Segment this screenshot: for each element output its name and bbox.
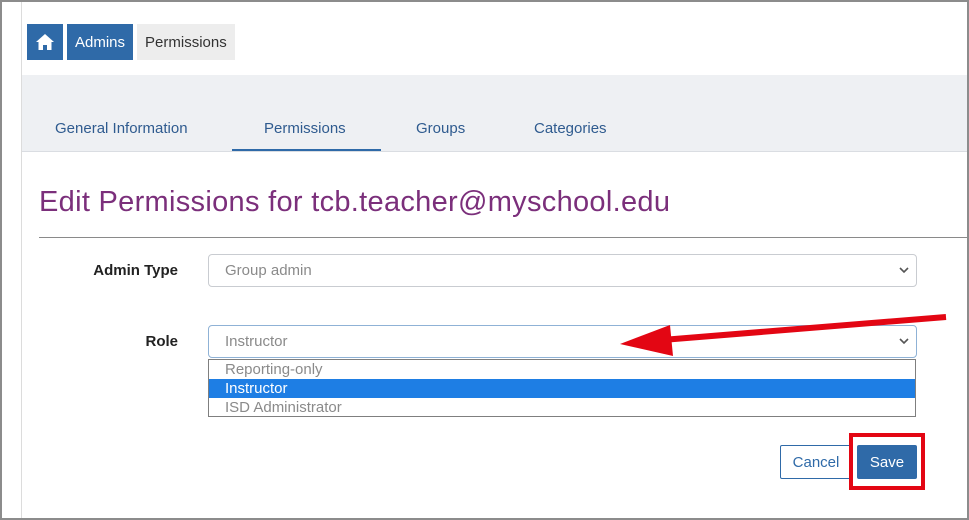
chevron-down-icon: [899, 338, 909, 345]
tab-permissions[interactable]: Permissions: [264, 75, 346, 152]
role-select[interactable]: Instructor: [208, 325, 917, 358]
chevron-down-icon: [899, 267, 909, 274]
tab-categories[interactable]: Categories: [534, 75, 607, 152]
tab-groups[interactable]: Groups: [416, 75, 465, 152]
role-value: Instructor: [225, 333, 288, 350]
active-tab-indicator: [232, 149, 381, 151]
app-window: Admins Permissions General Information P…: [0, 0, 969, 520]
home-icon: [36, 34, 54, 50]
breadcrumb-home[interactable]: [27, 24, 63, 60]
breadcrumb-admins[interactable]: Admins: [67, 24, 134, 60]
cancel-button[interactable]: Cancel: [780, 445, 852, 479]
admin-type-value: Group admin: [225, 262, 312, 279]
title-divider: [39, 237, 967, 238]
role-option-reporting-only[interactable]: Reporting-only: [209, 360, 915, 379]
role-option-instructor[interactable]: Instructor: [209, 379, 915, 398]
admin-type-select[interactable]: Group admin: [208, 254, 917, 287]
breadcrumb-permissions: Permissions: [137, 24, 235, 60]
role-option-isd-administrator[interactable]: ISD Administrator: [209, 398, 915, 417]
tab-bar: General Information Permissions Groups C…: [22, 75, 967, 152]
tab-general-information[interactable]: General Information: [55, 75, 188, 152]
left-gutter: [2, 2, 22, 518]
admin-type-label: Admin Type: [93, 262, 178, 279]
breadcrumb: Admins Permissions: [27, 24, 235, 60]
page-title: Edit Permissions for tcb.teacher@myschoo…: [39, 186, 671, 218]
role-dropdown-list: Reporting-only Instructor ISD Administra…: [208, 359, 916, 417]
save-highlight-annotation: [849, 433, 925, 490]
role-label: Role: [145, 333, 178, 350]
